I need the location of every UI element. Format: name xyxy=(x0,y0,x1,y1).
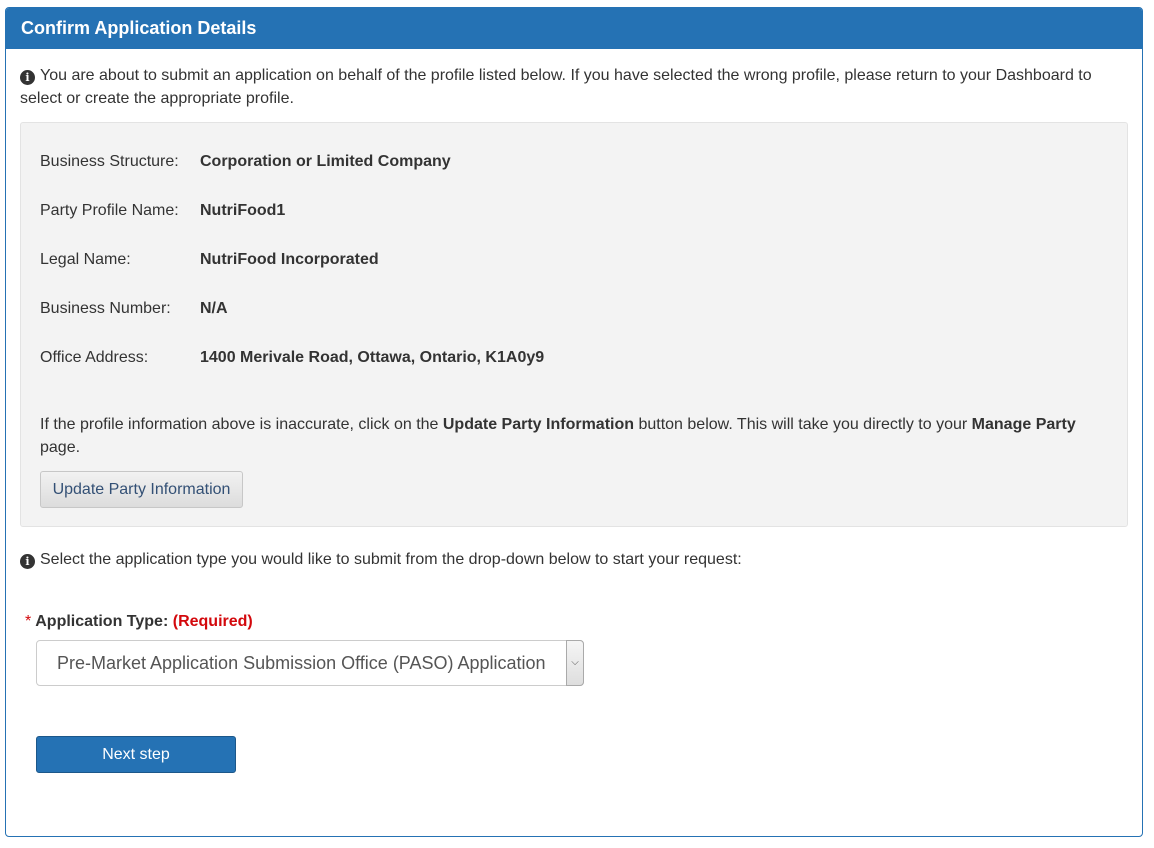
confirm-application-panel: Confirm Application Details i You are abo… xyxy=(5,7,1143,837)
note-text: page. xyxy=(40,439,81,456)
next-step-button[interactable]: Next step xyxy=(36,736,236,773)
note-emphasis-manage-party: Manage Party xyxy=(971,416,1076,433)
profile-label: Office Address: xyxy=(40,349,149,366)
select-intro-message: i Select the application type you would l… xyxy=(20,548,1128,571)
profile-value: Corporation or Limited Company xyxy=(200,153,451,170)
profile-label: Business Number: xyxy=(40,300,171,317)
info-icon: i xyxy=(20,70,35,85)
profile-value: NutriFood1 xyxy=(200,202,286,219)
profile-row-party-profile-name: Party Profile Name: NutriFood1 xyxy=(40,200,285,222)
application-type-select[interactable]: Pre-Market Application Submission Office… xyxy=(36,640,584,686)
profile-row-business-number: Business Number: N/A xyxy=(40,298,228,320)
application-type-selected-value: Pre-Market Application Submission Office… xyxy=(57,653,546,673)
profile-value: NutriFood Incorporated xyxy=(200,251,379,268)
intro-message: i You are about to submit an application … xyxy=(20,64,1128,110)
profile-update-note: If the profile information above is inac… xyxy=(40,413,1087,459)
profile-label: Business Structure: xyxy=(40,153,179,170)
note-text: button below. This will take you directl… xyxy=(634,416,972,433)
profile-label: Party Profile Name: xyxy=(40,202,179,219)
profile-value: N/A xyxy=(200,300,228,317)
profile-summary: Business Structure: Corporation or Limite… xyxy=(20,122,1128,527)
profile-label: Legal Name: xyxy=(40,251,131,268)
select-intro-text: Select the application type you would li… xyxy=(40,551,742,568)
application-type-label: * Application Type: (Required) xyxy=(20,613,1128,631)
note-text: If the profile information above is inac… xyxy=(40,416,443,433)
note-emphasis-update: Update Party Information xyxy=(442,416,635,433)
chevron-down-icon[interactable]: ⌵ xyxy=(566,640,584,686)
required-text: (Required) xyxy=(172,613,253,630)
profile-row-business-structure: Business Structure: Corporation or Limite… xyxy=(40,151,451,173)
required-marker: * xyxy=(25,613,32,630)
update-party-information-button[interactable]: Update Party Information xyxy=(40,471,243,508)
intro-text: You are about to submit an application o… xyxy=(20,67,1092,107)
panel-body: i You are about to submit an application … xyxy=(6,64,1142,631)
profile-row-office-address: Office Address: 1400 Merivale Road, Ottaw… xyxy=(40,347,544,369)
panel-title: Confirm Application Details xyxy=(6,8,1142,49)
profile-value: 1400 Merivale Road, Ottawa, Ontario, K1A… xyxy=(200,349,545,366)
profile-row-legal-name: Legal Name: NutriFood Incorporated xyxy=(40,249,379,271)
application-type-label-text: Application Type: xyxy=(35,613,169,630)
info-icon: i xyxy=(20,554,35,569)
